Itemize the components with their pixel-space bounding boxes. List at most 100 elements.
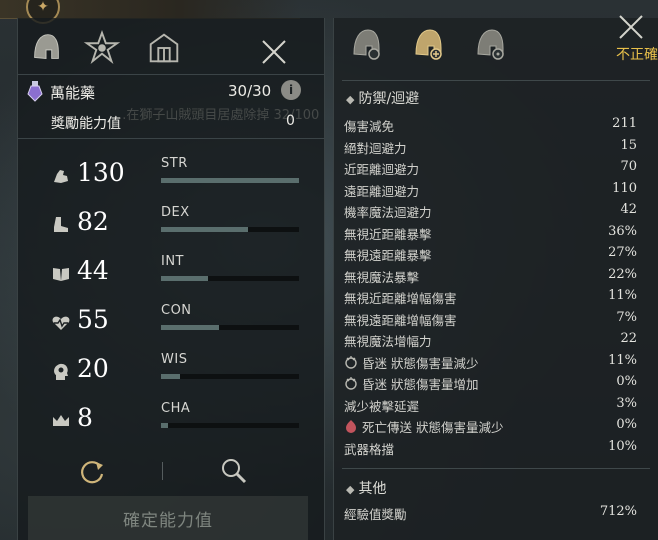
item-name: 萬能藥 [50, 84, 96, 102]
stat-str: 130 STR [18, 154, 324, 198]
section-title-text: 其他 [358, 481, 387, 497]
list-item: 無視魔法暴擊 22% [334, 265, 658, 287]
close-icon[interactable] [616, 12, 646, 42]
stat-label: 絕對迴避力 [344, 140, 407, 156]
list-item: 昏迷 狀態傷害量增加 0% [334, 372, 658, 394]
list-item: 無視魔法增幅力 22 [334, 329, 658, 351]
divider [18, 74, 324, 75]
stat-value: 20 [77, 354, 109, 383]
helmet-gear-tab-icon[interactable] [346, 24, 386, 64]
stat-abbr: CHA [161, 401, 191, 416]
stat-bar [161, 423, 299, 428]
panel-tabs [18, 26, 324, 78]
crown-icon [53, 415, 69, 426]
death-teleport-icon [346, 420, 356, 433]
stat-value: 11% [608, 352, 637, 368]
confirm-stats-button[interactable]: 確定能力值 [28, 496, 308, 540]
stat-dex: 82 DEX [18, 203, 324, 247]
list-item: 無視遠距離暴擊 27% [334, 243, 658, 265]
stat-value: 22 [620, 331, 637, 346]
stat-label: 昏迷 狀態傷害量減少 [362, 355, 479, 371]
list-item: 經驗值獎勵 712% [334, 502, 658, 524]
stat-value: 82 [77, 207, 109, 236]
stat-label: 武器格擋 [344, 441, 395, 457]
stat-label: 無視魔法暴擊 [344, 269, 420, 285]
stat-value: 11% [608, 288, 637, 303]
stat-int: 44 INT [18, 252, 324, 296]
defense-section-title: ◆ 防禦/迴避 [346, 88, 419, 108]
stat-label: 昏迷 狀態傷害量增加 [362, 377, 479, 392]
refresh-icon[interactable] [78, 458, 106, 486]
divider [342, 80, 650, 81]
stat-value: 0% [616, 417, 637, 432]
stat-value: 44 [77, 256, 109, 285]
stat-abbr: CON [161, 303, 192, 318]
stat-bar-fill [161, 423, 168, 428]
stat-value: 211 [612, 116, 637, 131]
defense-stat-list: 傷害減免 211 絕對迴避力 15 近距離迴避力 70 遠距離迴避力 110 機率魔法迴… [334, 114, 658, 458]
divider [162, 462, 163, 480]
potion-icon [27, 81, 43, 102]
stat-abbr: WIS [161, 352, 188, 367]
stat-label: 無視近距離暴擊 [344, 226, 432, 242]
stat-value: 42 [620, 202, 637, 217]
helmet-plus-tab-icon[interactable] [408, 24, 448, 64]
stat-bar-fill [161, 178, 299, 183]
book-icon [53, 268, 69, 281]
stat-abbr: INT [161, 254, 184, 269]
strength-arm-icon [54, 170, 68, 183]
stat-label: 近距離迴避力 [344, 162, 420, 177]
stat-value: 7% [616, 309, 637, 325]
helmet-target-tab-icon[interactable] [470, 24, 510, 64]
list-item: 近距離迴避力 70 [334, 157, 658, 179]
stat-label: 傷害減免 [344, 119, 395, 134]
stat-bar [161, 227, 299, 232]
stat-bar [161, 374, 299, 379]
close-label[interactable]: 不正確 [616, 44, 658, 64]
stat-bar-fill [161, 374, 181, 379]
stat-abbr: DEX [161, 205, 190, 220]
list-item: 無視近距離暴擊 36% [334, 222, 658, 244]
stat-bar-fill [161, 227, 248, 232]
helmet-tab-icon[interactable] [24, 26, 68, 70]
stat-label: 機率魔法迴避力 [344, 205, 432, 220]
stun-icon [345, 355, 357, 369]
defense-detail-panel: 不正確 ◆ 防禦/迴避 傷害減免 211 絕對迴避力 15 近距離迴避力 70 遠距離迴… [333, 15, 658, 540]
divider [18, 138, 324, 139]
diamond-icon: ◆ [346, 483, 355, 496]
bonus-points-value: 0 [286, 113, 295, 129]
stat-value: 36% [608, 223, 637, 239]
list-item: 昏迷 狀態傷害量減少 11% [334, 351, 658, 373]
stat-value: 8 [77, 403, 93, 432]
list-item: 武器格擋 10% [334, 437, 658, 459]
stat-bar [161, 325, 299, 330]
info-icon[interactable]: i [281, 80, 301, 100]
list-item: 傷害減免 211 [334, 114, 658, 136]
stat-value: 22% [608, 266, 637, 282]
list-item: 減少被擊延遲 3% [334, 394, 658, 416]
stat-value: 55 [77, 305, 109, 334]
stat-bar-fill [161, 325, 219, 330]
stats-panel: 萬能藥 30/30 i ...在獅子山賊頭目居處除掉 32/100 獎勵能力值 … [17, 18, 325, 540]
star-tab-icon[interactable] [80, 26, 124, 70]
stat-cha: 8 CHA [18, 399, 324, 443]
close-icon[interactable] [258, 36, 290, 68]
stun-icon [345, 377, 357, 390]
stat-label: 死亡傳送 狀態傷害量減少 [362, 420, 504, 435]
section-title-text: 防禦/迴避 [358, 91, 420, 107]
list-item: 無視遠距離增幅傷害 7% [334, 308, 658, 330]
heart-icon [52, 316, 70, 330]
stat-label: 無視遠距離增幅傷害 [344, 312, 457, 328]
castle-tab-icon[interactable] [142, 26, 186, 70]
magnifier-icon[interactable] [219, 456, 249, 486]
other-section-title: ◆ 其他 [346, 478, 386, 498]
list-item: 死亡傳送 狀態傷害量減少 0% [334, 415, 658, 437]
stat-wis: 20 WIS [18, 350, 324, 394]
stat-label: 無視魔法增幅力 [344, 334, 432, 349]
item-count: 30/30 [228, 82, 272, 100]
head-icon [54, 363, 68, 380]
stat-label: 無視近距離增幅傷害 [344, 291, 457, 306]
stat-value: 130 [77, 158, 125, 187]
stat-value: 712% [599, 504, 637, 519]
stat-value: 3% [616, 395, 637, 411]
